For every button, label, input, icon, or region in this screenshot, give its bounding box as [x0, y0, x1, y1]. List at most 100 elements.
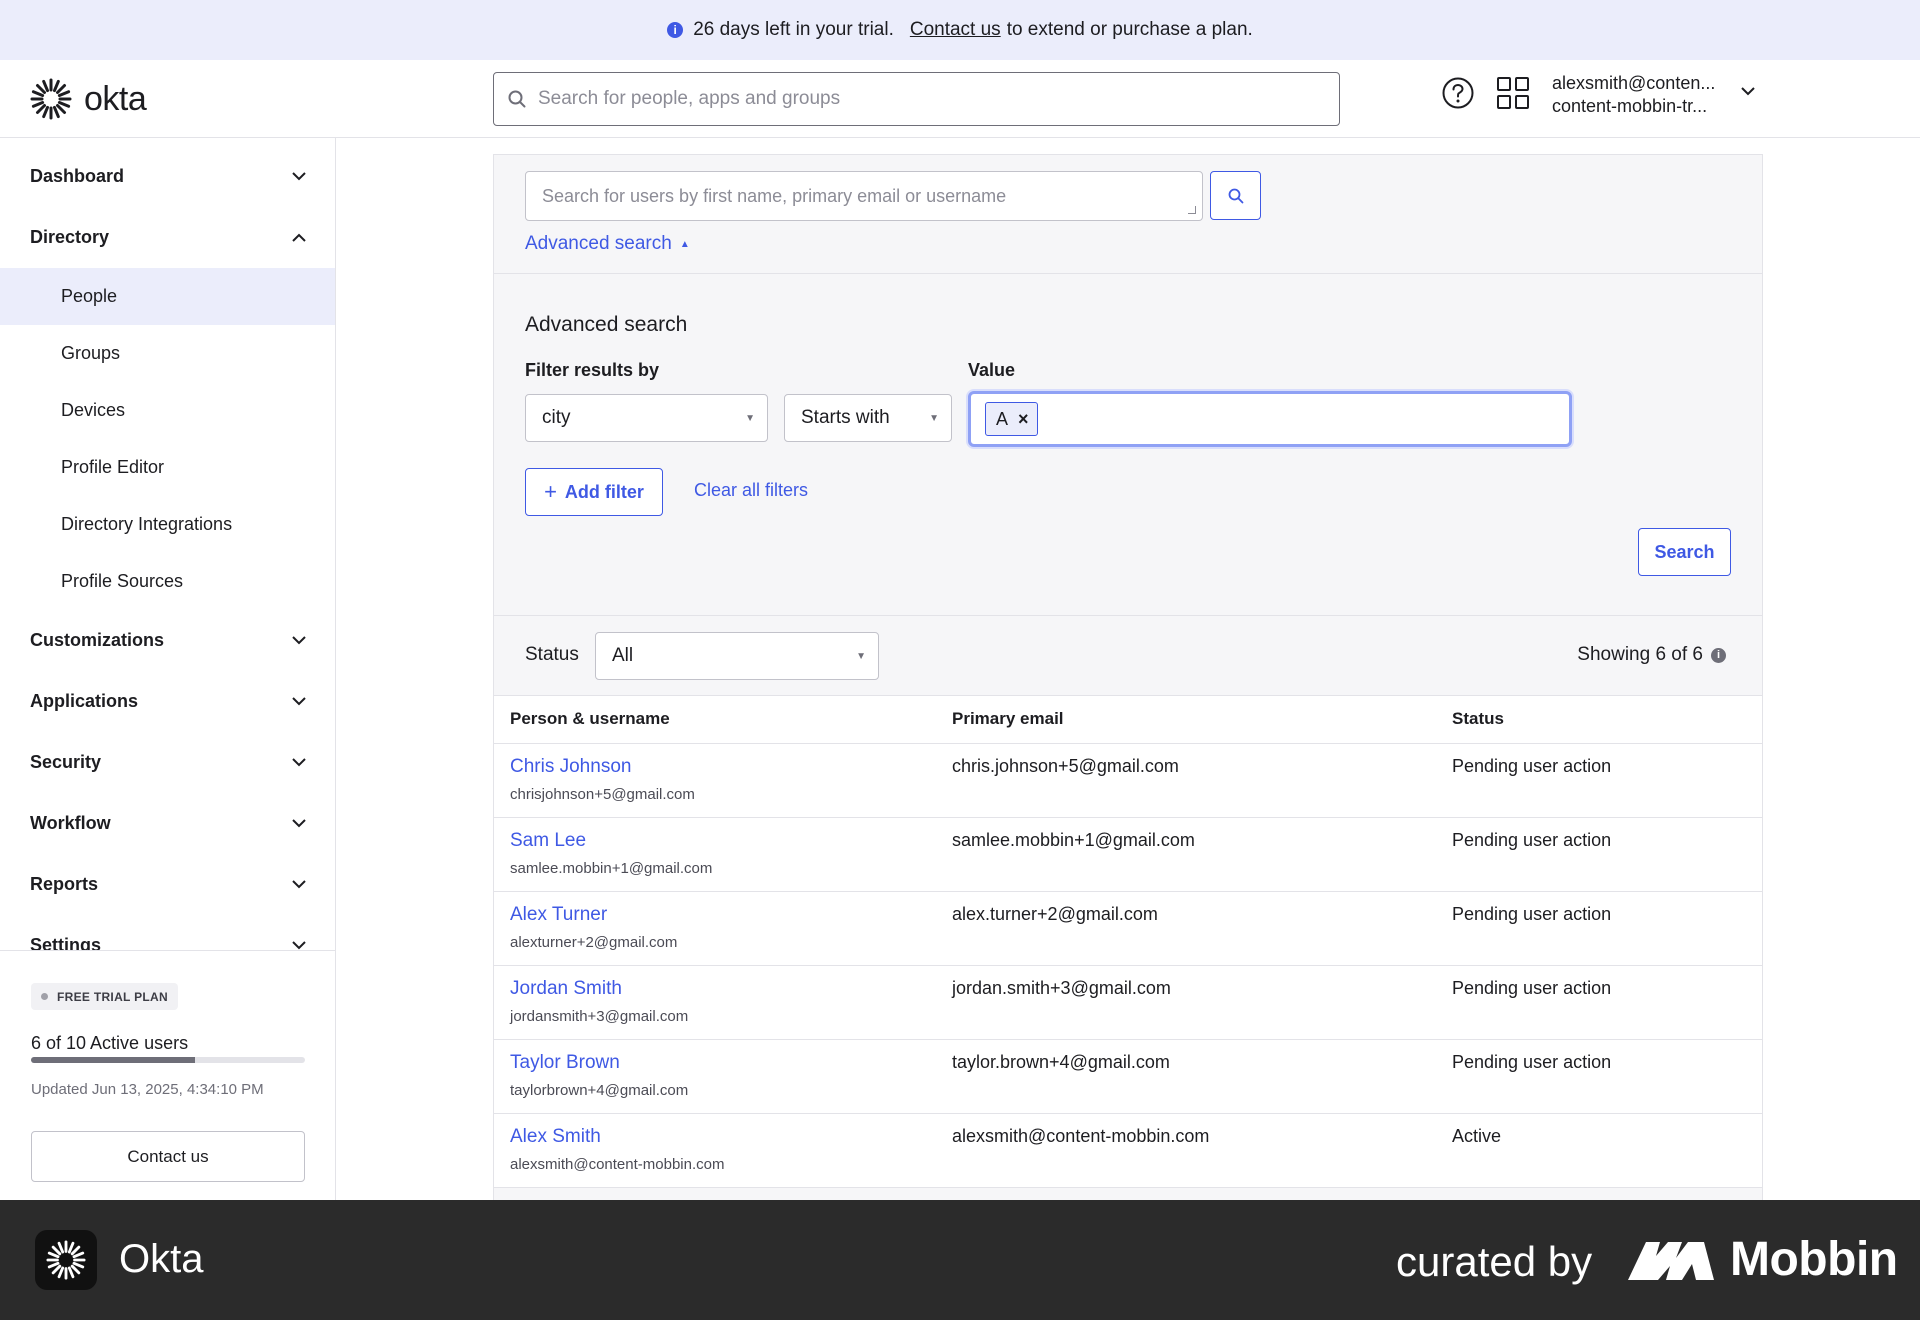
chevron-down-icon — [292, 879, 306, 888]
user-org: content-mobbin-tr... — [1552, 96, 1708, 116]
person-name-link[interactable]: Sam Lee — [510, 830, 586, 852]
advanced-search-title: Advanced search — [525, 313, 688, 336]
search-button[interactable]: Search — [1638, 528, 1731, 576]
sidebar-item-profile-sources[interactable]: Profile Sources — [0, 553, 335, 610]
person-name-link[interactable]: Alex Turner — [510, 904, 607, 926]
person-name-link[interactable]: Taylor Brown — [510, 1052, 620, 1074]
divider — [494, 615, 1762, 616]
sidebar-item-groups[interactable]: Groups — [0, 325, 335, 382]
primary-email: alexsmith@content-mobbin.com — [952, 1126, 1210, 1146]
sidebar-item-devices[interactable]: Devices — [0, 382, 335, 439]
sidebar-section-dashboard[interactable]: Dashboard — [0, 146, 335, 206]
user-status: Pending user action — [1452, 978, 1612, 998]
caret-down-icon: ▼ — [745, 413, 755, 424]
person-name-link[interactable]: Chris Johnson — [510, 756, 631, 778]
okta-wordmark: okta — [84, 79, 147, 118]
filter-value-input[interactable]: A × — [968, 391, 1572, 447]
user-status: Active — [1452, 1126, 1502, 1146]
trial-text: 26 days left in your trial. — [693, 19, 894, 40]
sidebar-section-reports[interactable]: Reports — [0, 854, 335, 914]
user-search-button[interactable] — [1210, 171, 1261, 220]
sidebar-section-label: Applications — [30, 690, 139, 711]
okta-sunburst-icon — [30, 78, 72, 120]
results-count: Showing 6 of 6 i — [1577, 644, 1726, 666]
chevron-down-icon[interactable] — [1740, 86, 1756, 96]
sidebar-section-label: Directory — [30, 226, 110, 247]
sidebar-section-label: Dashboard — [30, 165, 125, 186]
chevron-down-icon — [292, 635, 306, 644]
clear-all-filters-link[interactable]: Clear all filters — [694, 480, 808, 501]
plus-icon: + — [544, 479, 557, 504]
chevron-up-icon — [292, 233, 306, 242]
sidebar-section-security[interactable]: Security — [0, 732, 335, 792]
filter-operator-select[interactable]: Starts with ▼ — [784, 394, 952, 442]
sidebar-section-label: Reports — [30, 873, 99, 894]
advanced-search-toggle[interactable]: Advanced search ▲ — [525, 233, 690, 255]
okta-app-icon — [35, 1230, 97, 1290]
global-search[interactable] — [493, 72, 1340, 126]
user-status: Pending user action — [1452, 830, 1612, 850]
table-row: Alex Smith alexsmith@content-mobbin.com … — [494, 1114, 1762, 1188]
mobbin-footer: Okta curated by Mobbin — [0, 1200, 1920, 1320]
sidebar-item-people[interactable]: People — [0, 268, 335, 325]
user-status: Pending user action — [1452, 756, 1612, 776]
person-username: chrisjohnson+5@gmail.com — [510, 786, 695, 803]
table-row: Jordan Smith jordansmith+3@gmail.com jor… — [494, 966, 1762, 1040]
sidebar-section-workflow[interactable]: Workflow — [0, 793, 335, 853]
remove-chip-icon[interactable]: × — [1018, 410, 1029, 428]
filter-attribute-select[interactable]: city ▼ — [525, 394, 768, 442]
top-header: okta alexsmith@conten... content-mobbin-… — [0, 60, 1920, 138]
column-header-person[interactable]: Person & username — [510, 709, 670, 729]
status-filter-label: Status — [525, 644, 579, 665]
table-row: Chris Johnson chrisjohnson+5@gmail.com c… — [494, 744, 1762, 818]
sidebar-section-directory[interactable]: Directory — [0, 207, 335, 267]
sidebar-item-directory-integrations[interactable]: Directory Integrations — [0, 496, 335, 553]
user-status: Pending user action — [1452, 1052, 1612, 1072]
info-icon[interactable]: i — [1711, 647, 1726, 663]
trial-banner: i 26 days left in your trial. Contact us… — [0, 0, 1920, 60]
value-chip-label: A — [996, 408, 1009, 429]
primary-email: alex.turner+2@gmail.com — [952, 904, 1158, 924]
value-chip: A × — [985, 402, 1038, 436]
mobbin-logo-icon — [1628, 1242, 1714, 1280]
sidebar-section-label: Security — [30, 751, 102, 772]
sidebar-section-label: Workflow — [30, 812, 111, 833]
filter-operator-value: Starts with — [801, 407, 890, 428]
sidebar-section-label: Customizations — [30, 629, 165, 650]
contact-us-button[interactable]: Contact us — [31, 1131, 305, 1182]
person-name-link[interactable]: Alex Smith — [510, 1126, 601, 1148]
user-email: alexsmith@conten... — [1552, 73, 1716, 93]
okta-logo[interactable]: okta — [30, 78, 147, 120]
sidebar-section-customizations[interactable]: Customizations — [0, 610, 335, 670]
add-filter-button[interactable]: + Add filter — [525, 468, 663, 516]
help-icon[interactable] — [1441, 76, 1475, 110]
updated-timestamp: Updated Jun 13, 2025, 4:34:10 PM — [31, 1081, 264, 1098]
active-users-progress — [31, 1057, 305, 1063]
caret-down-icon: ▼ — [856, 651, 866, 662]
chevron-down-icon — [292, 940, 306, 949]
column-header-status[interactable]: Status — [1452, 709, 1504, 729]
primary-email: samlee.mobbin+1@gmail.com — [952, 830, 1195, 850]
person-username: alexturner+2@gmail.com — [510, 934, 678, 951]
contact-us-link[interactable]: Contact us — [910, 19, 1001, 41]
resize-handle-icon[interactable] — [1188, 206, 1196, 214]
filter-results-label: Filter results by — [525, 360, 660, 380]
column-header-email[interactable]: Primary email — [952, 709, 1064, 729]
sidebar-item-profile-editor[interactable]: Profile Editor — [0, 439, 335, 496]
status-filter-select[interactable]: All ▼ — [595, 632, 879, 680]
primary-email: chris.johnson+5@gmail.com — [952, 756, 1179, 776]
user-search-field[interactable] — [525, 171, 1203, 221]
results-count-text: Showing 6 of 6 — [1577, 644, 1703, 665]
trial-plan-badge: FREE TRIAL PLAN — [31, 983, 178, 1010]
filter-attribute-value: city — [542, 407, 571, 428]
primary-email: taylor.brown+4@gmail.com — [952, 1052, 1170, 1072]
person-name-link[interactable]: Jordan Smith — [510, 978, 622, 1000]
user-menu[interactable]: alexsmith@conten... content-mobbin-tr... — [1552, 72, 1715, 118]
apps-grid-icon[interactable] — [1496, 76, 1530, 110]
value-label: Value — [968, 360, 1016, 380]
global-search-input[interactable] — [538, 88, 1318, 110]
chevron-down-icon — [292, 757, 306, 766]
sidebar-section-applications[interactable]: Applications — [0, 671, 335, 731]
user-search-input[interactable] — [542, 185, 1186, 207]
people-search-panel: Advanced search ▲ Advanced search Filter… — [493, 154, 1763, 1200]
